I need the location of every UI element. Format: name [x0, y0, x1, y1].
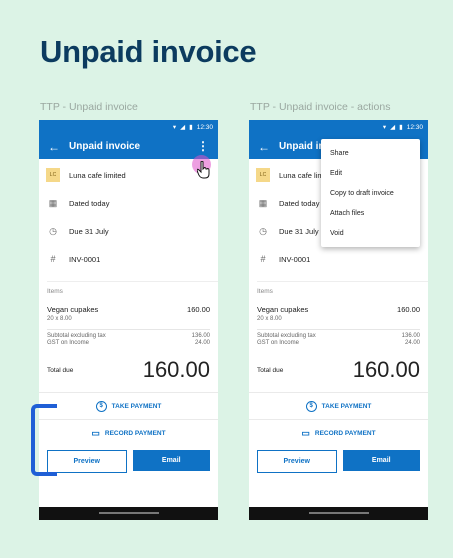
app-bar-title: Unpaid invoice — [69, 141, 141, 152]
date-row[interactable]: ▦ Dated today — [39, 189, 218, 217]
email-button[interactable]: Email — [342, 450, 420, 471]
invoice-number: INV-0001 — [279, 254, 311, 264]
item-amount: 160.00 — [397, 305, 420, 314]
back-arrow-icon[interactable]: ← — [39, 140, 69, 154]
home-indicator[interactable] — [98, 512, 159, 514]
number-row[interactable]: # INV-0001 — [39, 245, 218, 273]
due-text: Due 31 July — [69, 226, 109, 236]
wifi-icon: ▾ — [172, 124, 177, 131]
total-value: 160.00 — [352, 357, 420, 382]
subtotal-row: Subtotal excluding tax 136.00 — [39, 333, 218, 339]
menu-item-copy-to-draft[interactable]: Copy to draft invoice — [321, 183, 420, 203]
subtotal-value: 136.00 — [191, 333, 210, 339]
bottom-buttons: Preview Email — [249, 446, 428, 473]
take-payment-button[interactable]: $ TAKE PAYMENT — [249, 392, 428, 419]
hash-icon: # — [260, 254, 266, 264]
due-row[interactable]: ◷ Due 31 July — [39, 217, 218, 245]
total-value: 160.00 — [142, 357, 210, 382]
card-icon: ▭ — [301, 427, 310, 438]
status-time: 12:30 — [406, 123, 423, 131]
subtotal-row: Subtotal excluding tax 136.00 — [249, 333, 428, 339]
more-vert-icon[interactable]: ⋮ — [197, 140, 209, 152]
signal-icon: ◢ — [180, 124, 186, 131]
divider — [257, 329, 420, 330]
clock-icon: ◷ — [49, 225, 57, 236]
item-qty: 20 x 8.00 — [47, 316, 72, 322]
app-bar: ← Unpaid invoice ⋮ — [39, 134, 218, 159]
card-icon: ▭ — [91, 427, 100, 438]
menu-item-void[interactable]: Void — [321, 223, 420, 243]
record-payment-label: RECORD PAYMENT — [104, 429, 166, 437]
payment-icon: $ — [95, 400, 107, 412]
items-label: Items — [257, 281, 428, 302]
menu-item-edit[interactable]: Edit — [321, 163, 420, 183]
item-name: Vegan cupakes — [257, 305, 309, 314]
contact-avatar: LC — [256, 168, 270, 182]
calendar-icon: ▦ — [48, 197, 58, 208]
battery-icon: ▮ — [189, 124, 193, 131]
total-label: Total due — [257, 366, 284, 374]
invoice-number: INV-0001 — [69, 254, 101, 264]
menu-item-share[interactable]: Share — [321, 143, 420, 163]
total-row: Total due 160.00 — [249, 356, 428, 384]
date-text: Dated today — [69, 198, 110, 208]
item-name: Vegan cupakes — [47, 305, 99, 314]
highlight-bracket — [31, 404, 57, 476]
gst-label: GST on Income — [257, 340, 299, 346]
total-row: Total due 160.00 — [39, 356, 218, 384]
hash-icon: # — [50, 254, 56, 264]
item-amount: 160.00 — [187, 305, 210, 314]
gst-row: GST on Income 24.00 — [39, 340, 218, 346]
due-text: Due 31 July — [279, 226, 319, 236]
line-item[interactable]: Vegan cupakes 160.00 — [39, 305, 218, 314]
record-payment-button[interactable]: ▭ RECORD PAYMENT — [39, 419, 218, 446]
total-label: Total due — [47, 366, 74, 374]
menu-item-attach-files[interactable]: Attach files — [321, 203, 420, 223]
back-arrow-icon[interactable]: ← — [249, 140, 279, 154]
take-payment-label: TAKE PAYMENT — [321, 402, 372, 410]
subtotal-label: Subtotal excluding tax — [257, 333, 316, 339]
gst-row: GST on Income 24.00 — [249, 340, 428, 346]
bottom-buttons: Preview Email — [39, 446, 218, 473]
overflow-menu: Share Edit Copy to draft invoice Attach … — [321, 139, 420, 247]
record-payment-button[interactable]: ▭ RECORD PAYMENT — [249, 419, 428, 446]
date-text: Dated today — [279, 198, 320, 208]
contact-avatar: LC — [46, 168, 60, 182]
system-nav-bar — [39, 507, 218, 520]
system-nav-bar — [249, 507, 428, 520]
wifi-icon: ▾ — [382, 124, 387, 131]
subtotal-label: Subtotal excluding tax — [47, 333, 106, 339]
gst-value: 24.00 — [194, 340, 210, 346]
screen-caption-2: TTP - Unpaid invoice - actions — [250, 101, 391, 113]
hand-pointer-icon — [197, 161, 210, 179]
gst-value: 24.00 — [404, 340, 420, 346]
contact-name: Luna cafe limited — [69, 170, 126, 180]
clock-icon: ◷ — [259, 225, 267, 236]
status-bar: ▾ ◢ ▮ 12:30 — [249, 120, 428, 134]
signal-icon: ◢ — [390, 124, 396, 131]
take-payment-label: TAKE PAYMENT — [111, 402, 162, 410]
status-bar: ▾ ◢ ▮ 12:30 — [39, 120, 218, 134]
status-time: 12:30 — [196, 123, 213, 131]
items-label: Items — [47, 281, 218, 302]
screen-caption-1: TTP - Unpaid invoice — [40, 101, 138, 113]
calendar-icon: ▦ — [258, 197, 268, 208]
battery-icon: ▮ — [399, 124, 403, 131]
gst-label: GST on Income — [47, 340, 89, 346]
preview-button[interactable]: Preview — [257, 450, 337, 473]
item-qty: 20 x 8.00 — [257, 316, 282, 322]
phone-screen-unpaid-invoice-actions: ▾ ◢ ▮ 12:30 ← Unpaid invoice LC Luna caf… — [249, 120, 428, 520]
line-item[interactable]: Vegan cupakes 160.00 — [249, 305, 428, 314]
page-title: Unpaid invoice — [40, 34, 257, 69]
home-indicator[interactable] — [308, 512, 369, 514]
payment-icon: $ — [305, 400, 317, 412]
divider — [47, 329, 210, 330]
record-payment-label: RECORD PAYMENT — [314, 429, 376, 437]
take-payment-button[interactable]: $ TAKE PAYMENT — [39, 392, 218, 419]
subtotal-value: 136.00 — [401, 333, 420, 339]
phone-screen-unpaid-invoice: ▾ ◢ ▮ 12:30 ← Unpaid invoice ⋮ LC Luna c… — [39, 120, 218, 520]
number-row[interactable]: # INV-0001 — [249, 245, 428, 273]
preview-button[interactable]: Preview — [47, 450, 127, 473]
email-button[interactable]: Email — [132, 450, 210, 471]
